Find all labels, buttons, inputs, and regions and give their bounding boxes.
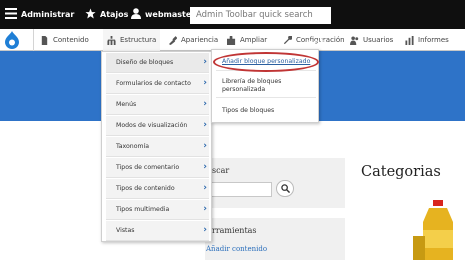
- tray-item-label: Estructura: [120, 36, 157, 44]
- tray-item-label: Usuarios: [363, 36, 394, 44]
- manage-label: Administrar: [21, 10, 75, 19]
- tools-block-title: rramientas: [212, 226, 257, 235]
- menu-item-views[interactable]: Vistas ›: [106, 221, 209, 241]
- menu-item-label: Tipos multimedia: [116, 206, 170, 213]
- tray-item-estructura[interactable]: Estructura: [103, 29, 161, 51]
- search-button[interactable]: [276, 180, 294, 197]
- menu-item-label: Vistas: [116, 227, 135, 234]
- menu-item-label: Tipos de contenido: [116, 185, 175, 192]
- chevron-right-icon: ›: [203, 78, 207, 88]
- drupal-logo-icon[interactable]: [4, 31, 20, 49]
- wrench-icon: [283, 35, 292, 44]
- menu-item-display-modes[interactable]: Modos de visualización ›: [106, 116, 209, 136]
- search-input[interactable]: [210, 182, 272, 197]
- menu-item-label: Modos de visualización: [116, 122, 188, 129]
- menu-item-label: Menús: [116, 101, 137, 108]
- submenu-item-custom-block-library[interactable]: Librería de bloques personalizada: [216, 74, 316, 98]
- menu-item-content-types[interactable]: Tipos de contenido ›: [106, 179, 209, 199]
- menu-item-block-layout[interactable]: Diseño de bloques ›: [106, 53, 209, 73]
- search-icon: [280, 184, 290, 194]
- shortcuts-tab[interactable]: Atajos: [85, 0, 128, 29]
- user-tab[interactable]: webmaster: [131, 0, 195, 29]
- oil-bottle-image: [413, 200, 453, 260]
- brush-icon: [168, 35, 177, 45]
- menu-item-media-types[interactable]: Tipos multimedia ›: [106, 200, 209, 220]
- manage-tab[interactable]: Administrar: [5, 0, 74, 29]
- tray-item-informes[interactable]: Informes: [405, 29, 449, 51]
- submenu-item-label: Tipos de bloques: [222, 106, 275, 114]
- tray-item-ampliar[interactable]: Ampliar: [227, 29, 267, 51]
- tray-item-usuarios[interactable]: Usuarios: [350, 29, 393, 51]
- chevron-right-icon: ›: [203, 225, 207, 235]
- chevron-right-icon: ›: [203, 120, 207, 130]
- menu-item-taxonomy[interactable]: Taxonomía ›: [106, 137, 209, 157]
- categories-heading: Categorias: [361, 164, 441, 180]
- user-icon: [131, 8, 141, 21]
- bar-chart-icon: [405, 35, 414, 45]
- menu-item-comment-types[interactable]: Tipos de comentario ›: [106, 158, 209, 178]
- chevron-right-icon: ›: [203, 141, 207, 151]
- search-block-title: scar: [212, 166, 230, 175]
- menu-item-label: Taxonomía: [116, 143, 150, 150]
- add-content-link[interactable]: Añadir contenido: [206, 245, 267, 253]
- tray-item-apariencia[interactable]: Apariencia: [168, 29, 218, 51]
- users-icon: [350, 35, 359, 45]
- sitemap-icon: [107, 35, 116, 45]
- tools-block: [205, 218, 345, 260]
- user-label: webmaster: [145, 10, 196, 19]
- chevron-right-icon: ›: [203, 99, 207, 109]
- admin-toolbar: Administrar Atajos webmaster Admin Toolb…: [0, 0, 465, 29]
- shortcuts-label: Atajos: [100, 10, 129, 19]
- star-icon: [85, 8, 96, 21]
- menu-item-menus[interactable]: Menús ›: [106, 95, 209, 115]
- hamburger-icon: [5, 8, 17, 21]
- structure-dropdown: Diseño de bloques › Formularios de conta…: [101, 51, 212, 242]
- tray-item-label: Contenido: [53, 36, 89, 44]
- menu-item-label: Diseño de bloques: [116, 59, 174, 66]
- menu-item-contact-forms[interactable]: Formularios de contacto ›: [106, 74, 209, 94]
- chevron-right-icon: ›: [203, 162, 207, 172]
- tray-item-contenido[interactable]: Contenido: [40, 29, 89, 51]
- chevron-right-icon: ›: [203, 57, 207, 67]
- tray-item-label: Apariencia: [181, 36, 219, 44]
- submenu-item-label: Librería de bloques personalizada: [222, 77, 282, 93]
- admin-tray: Contenido Estructura Apariencia Ampliar …: [0, 29, 465, 51]
- chevron-right-icon: ›: [203, 204, 207, 214]
- chevron-right-icon: ›: [203, 183, 207, 193]
- tray-item-label: Informes: [418, 36, 449, 44]
- puzzle-icon: [227, 35, 236, 45]
- menu-item-label: Formularios de contacto: [116, 80, 191, 87]
- tray-divider: [33, 29, 34, 51]
- document-icon: [41, 35, 48, 45]
- submenu-item-block-types[interactable]: Tipos de bloques: [216, 101, 316, 119]
- menu-item-label: Tipos de comentario: [116, 164, 180, 171]
- tray-item-label: Ampliar: [240, 36, 268, 44]
- highlight-circle: [213, 52, 319, 72]
- quick-search-input[interactable]: Admin Toolbar quick search: [190, 7, 331, 24]
